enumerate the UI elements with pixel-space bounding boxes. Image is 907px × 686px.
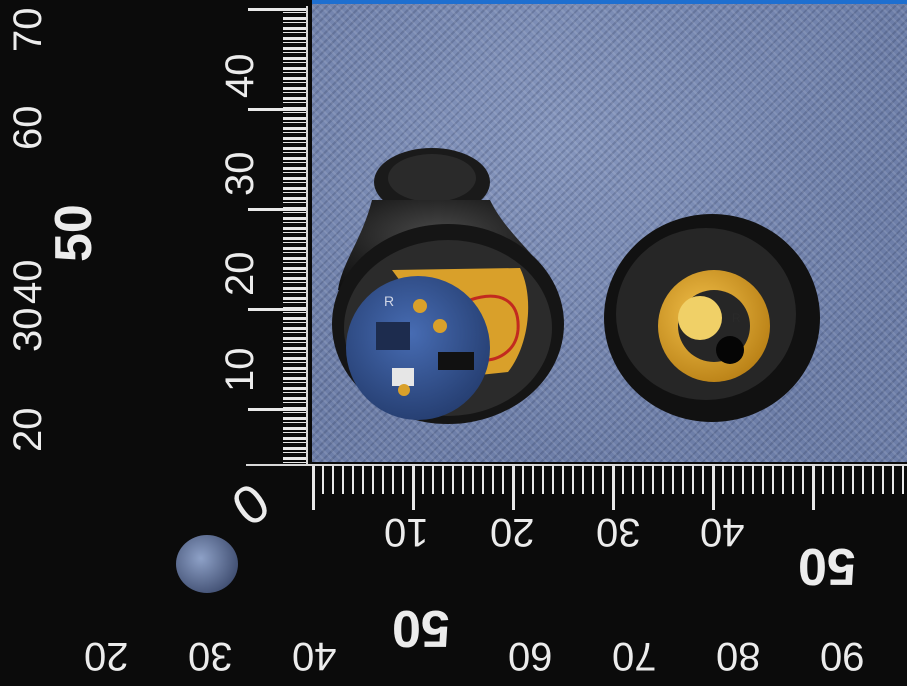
cap-label: R: [732, 311, 741, 325]
pad: [413, 299, 427, 313]
pad: [398, 384, 410, 396]
chip: [376, 322, 410, 350]
pcb: [346, 276, 490, 420]
pad: [433, 319, 447, 333]
pcb-label: R: [384, 293, 394, 309]
earbud-nozzle-top: [388, 154, 476, 202]
speaker-hole: [716, 336, 744, 364]
speaker-pad: [678, 296, 722, 340]
objects: R R: [332, 148, 820, 424]
connector: [438, 352, 474, 370]
component: [392, 368, 414, 386]
photo: 10 20 30 40 20 30 40 50 60 70 0 10 20 30…: [0, 0, 907, 686]
earbud-cap: R: [604, 214, 820, 422]
earbud-body: R: [332, 148, 564, 424]
